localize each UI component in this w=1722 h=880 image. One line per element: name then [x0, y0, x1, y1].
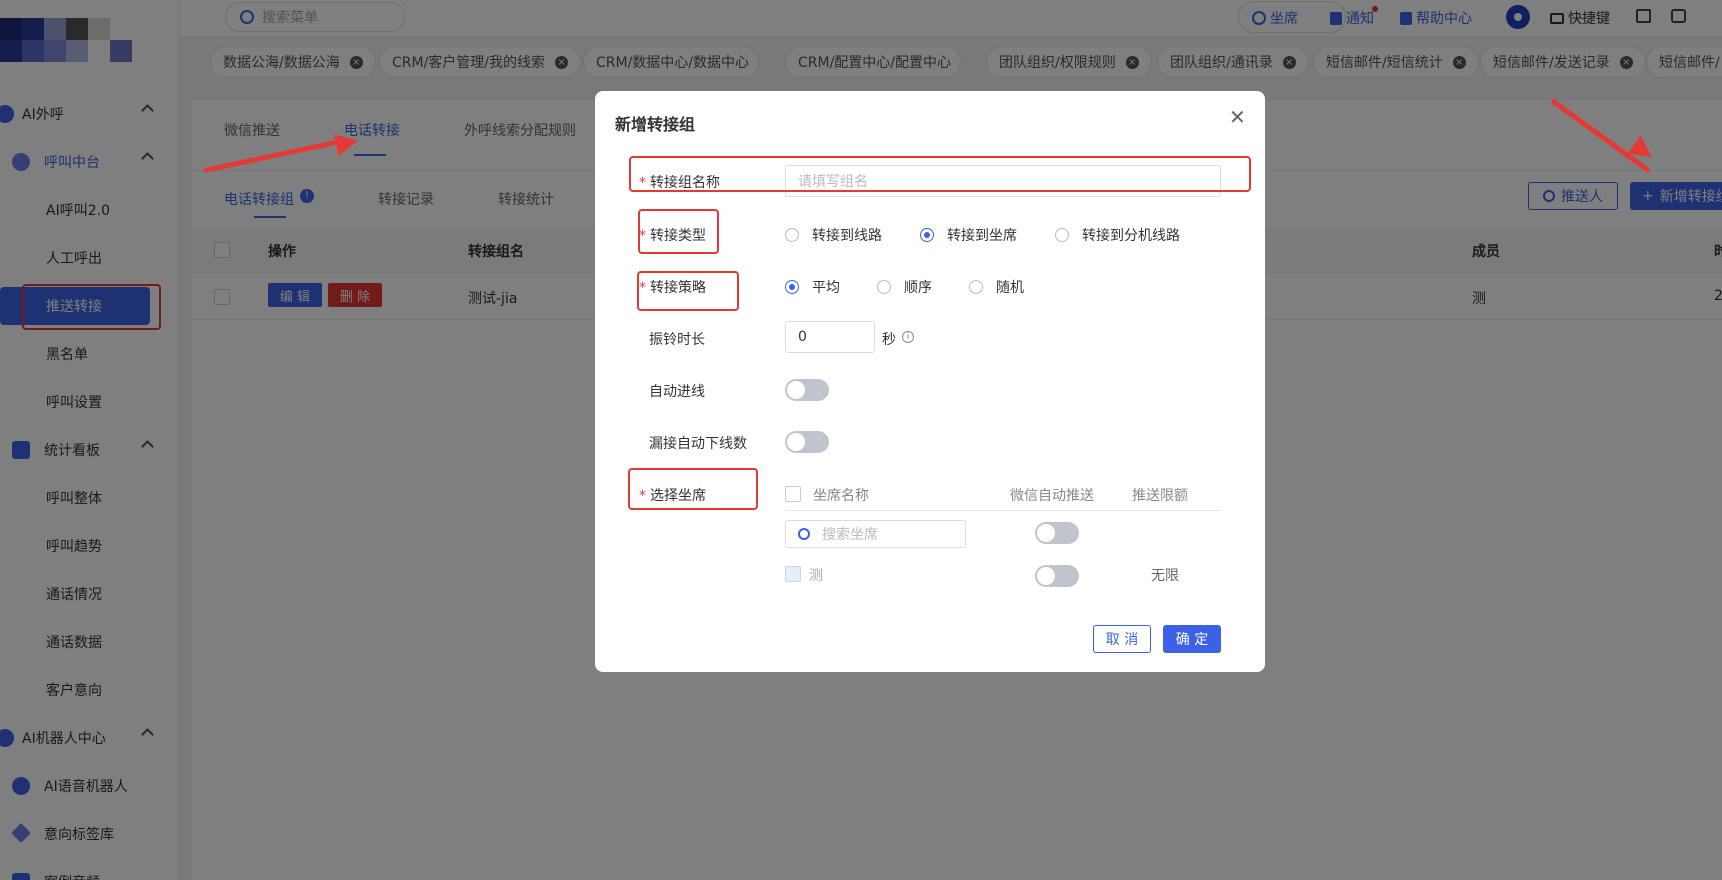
radio-dot	[785, 228, 799, 242]
info-icon: i	[902, 331, 914, 343]
radio-dot	[1055, 228, 1069, 242]
radio-label: 平均	[812, 280, 840, 296]
wechat-auto-push-toggle[interactable]	[1035, 565, 1079, 587]
seat-column-header: 微信自动推送	[1010, 488, 1094, 504]
radio-strategy-random[interactable]: 随机	[969, 277, 1024, 297]
auto-in-toggle[interactable]	[785, 379, 829, 401]
miss-offline-toggle[interactable]	[785, 431, 829, 453]
seat-name: 测	[809, 568, 823, 584]
radio-label: 转接到坐席	[947, 228, 1017, 244]
radio-label: 顺序	[904, 280, 932, 296]
seat-column-header: 坐席名称	[813, 488, 869, 504]
radio-dot	[969, 280, 983, 294]
add-transfer-group-dialog: 新增转接组 ✕ * 转接组名称 请填写组名 * 转接类型 转接到线路 转接到坐席 转…	[595, 91, 1265, 672]
ring-duration-input[interactable]: 0	[785, 321, 875, 353]
radio-strategy-average[interactable]: 平均	[785, 277, 840, 297]
confirm-button[interactable]: 确 定	[1163, 625, 1221, 653]
highlight-box	[637, 271, 739, 311]
push-limit: 无限	[1151, 568, 1179, 584]
radio-label: 转接到分机线路	[1082, 228, 1180, 244]
dialog-title: 新增转接组	[615, 115, 696, 134]
ring-unit: 秒	[882, 332, 896, 348]
annotation-arrowhead	[333, 129, 361, 157]
radio-dot	[877, 280, 891, 294]
radio-type-seat[interactable]: 转接到坐席	[920, 225, 1017, 245]
field-label-auto-in: 自动进线	[649, 384, 705, 400]
field-label-ring: 振铃时长	[649, 332, 705, 348]
cancel-button[interactable]: 取 消	[1093, 625, 1151, 653]
close-icon[interactable]: ✕	[1229, 105, 1246, 129]
highlight-box	[629, 156, 1251, 192]
wechat-auto-push-toggle-all[interactable]	[1035, 522, 1079, 544]
input-placeholder: 搜索坐席	[822, 527, 878, 543]
seat-column-header: 推送限额	[1132, 488, 1188, 504]
radio-dot	[920, 228, 934, 242]
radio-type-line[interactable]: 转接到线路	[785, 225, 882, 245]
radio-label: 转接到线路	[812, 228, 882, 244]
divider	[785, 510, 1221, 511]
search-icon	[798, 528, 810, 540]
highlight-box	[638, 209, 719, 254]
radio-label: 随机	[996, 280, 1024, 296]
radio-dot	[785, 280, 799, 294]
seat-checkbox[interactable]	[785, 566, 801, 582]
highlight-box	[628, 468, 758, 510]
radio-type-extension[interactable]: 转接到分机线路	[1055, 225, 1180, 245]
select-all-seats-checkbox[interactable]	[785, 486, 801, 502]
field-label-miss: 漏接自动下线数	[649, 436, 747, 452]
radio-strategy-sequential[interactable]: 顺序	[877, 277, 932, 297]
seat-search-input[interactable]: 搜索坐席	[785, 520, 966, 548]
